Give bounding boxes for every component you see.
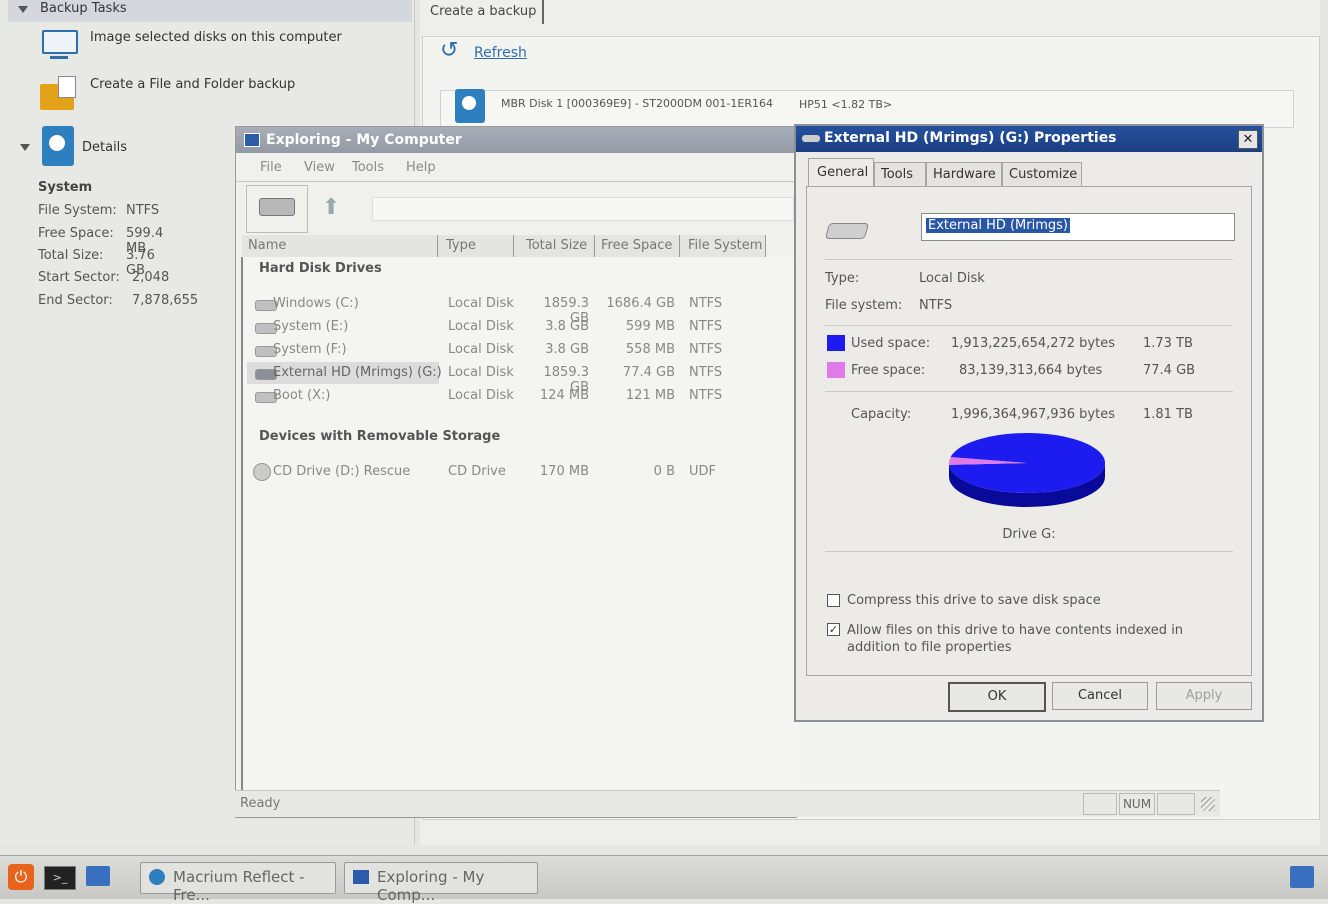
col-file-system[interactable]: File System xyxy=(680,235,766,258)
power-icon[interactable]: ⏻ xyxy=(8,864,34,890)
col-total-size[interactable]: Total Size xyxy=(514,235,595,258)
file-system-label: File system: xyxy=(825,298,903,313)
up-arrow-icon[interactable]: ⬆ xyxy=(322,195,340,220)
drive-list: Hard Disk Drives Windows (C:) Local Disk… xyxy=(241,257,797,792)
col-type[interactable]: Type xyxy=(438,235,514,258)
tab-customize[interactable]: Customize xyxy=(1002,162,1082,187)
used-space-size: 1.73 TB xyxy=(1143,336,1193,351)
free-space-label: Free space: xyxy=(851,363,926,378)
close-icon[interactable]: ✕ xyxy=(1238,130,1258,149)
address-bar[interactable] xyxy=(372,197,794,221)
drive-properties-dialog: External HD (Mrimgs) (G:) Properties ✕ G… xyxy=(794,124,1264,722)
status-bar: Ready NUM xyxy=(235,790,1220,817)
cd-drive-icon xyxy=(253,463,271,481)
drive-small-icon xyxy=(802,135,820,142)
drive-toolbar-button[interactable] xyxy=(246,185,308,233)
task-file-folder-backup[interactable]: Create a File and Folder backup xyxy=(90,77,295,92)
backup-tasks-header[interactable]: Backup Tasks xyxy=(8,0,412,22)
group-hard-disk-drives: Hard Disk Drives xyxy=(259,261,382,276)
menu-view[interactable]: View xyxy=(304,160,335,175)
list-item[interactable]: Boot (X:) Local Disk 124 MB 121 MB NTFS xyxy=(243,385,797,407)
explorer-quicklaunch-icon[interactable] xyxy=(86,866,110,886)
macrium-icon xyxy=(149,869,165,885)
index-checkbox[interactable]: ✓ xyxy=(827,623,840,636)
tab-tools[interactable]: Tools xyxy=(874,162,926,187)
properties-titlebar[interactable]: External HD (Mrimgs) (G:) Properties ✕ xyxy=(796,126,1262,152)
ok-button[interactable]: OK xyxy=(948,682,1046,712)
drive-name-input[interactable]: External HD (Mrimgs) xyxy=(921,213,1235,241)
disk-details-icon xyxy=(42,126,74,166)
network-tray-icon[interactable] xyxy=(1290,866,1314,888)
file-system-value: NTFS xyxy=(919,298,953,313)
detail-end-sector: End Sector: 7,878,655 xyxy=(38,293,199,308)
detail-start-sector: Start Sector: 2,048 xyxy=(38,270,170,285)
list-item-selected[interactable]: External HD (Mrimgs) (G:) Local Disk 185… xyxy=(243,362,797,395)
capacity-bytes: 1,996,364,967,936 bytes xyxy=(951,407,1115,422)
status-text: Ready xyxy=(240,796,281,811)
refresh-icon[interactable]: ↺ xyxy=(440,38,464,63)
detail-total-size: Total Size: 3.76 GB xyxy=(38,248,155,278)
refresh-link[interactable]: Refresh xyxy=(474,45,527,61)
list-item[interactable]: CD Drive (D:) Rescue CD Drive 170 MB 0 B… xyxy=(243,461,797,483)
free-space-bytes: 83,139,313,664 bytes xyxy=(959,363,1103,378)
list-item[interactable]: System (E:) Local Disk 3.8 GB 599 MB NTF… xyxy=(243,316,797,338)
hard-disk-icon xyxy=(455,89,485,123)
explorer-title: Exploring - My Computer xyxy=(266,132,462,148)
details-label: Details xyxy=(82,140,128,155)
used-space-label: Used space: xyxy=(851,336,931,351)
list-item[interactable]: Windows (C:) Local Disk 1859.3 GB 1686.4… xyxy=(243,293,797,326)
col-name[interactable]: Name xyxy=(242,235,438,258)
type-value: Local Disk xyxy=(919,271,985,286)
disk-description: MBR Disk 1 [000369E9] - ST2000DM 001-1ER… xyxy=(501,97,773,110)
taskbar-item-explorer[interactable]: Exploring - My Comp... xyxy=(344,862,538,904)
mbr-disk-row[interactable]: MBR Disk 1 [000369E9] - ST2000DM 001-1ER… xyxy=(440,89,1294,128)
disk-usage-pie xyxy=(949,433,1105,507)
computer-icon xyxy=(353,870,369,884)
resize-grip-icon[interactable] xyxy=(1201,797,1215,811)
tab-hardware[interactable]: Hardware xyxy=(926,162,1002,187)
type-label: Type: xyxy=(825,271,860,286)
free-space-size: 77.4 GB xyxy=(1143,363,1196,378)
collapse-triangle-icon[interactable] xyxy=(18,6,28,13)
explorer-titlebar[interactable]: Exploring - My Computer xyxy=(236,127,796,153)
menu-tools[interactable]: Tools xyxy=(352,160,384,175)
taskbar: ⏻ >_ Macrium Reflect - Fre... Exploring … xyxy=(0,855,1328,904)
disk-size: HP51 <1.82 TB> xyxy=(799,98,893,111)
tab-general[interactable]: General xyxy=(808,158,874,187)
index-label: Allow files on this drive to have conten… xyxy=(847,623,1184,655)
col-free-space[interactable]: Free Space xyxy=(595,235,680,258)
hard-drive-icon xyxy=(259,198,295,216)
hard-drive-icon xyxy=(824,223,870,239)
properties-title: External HD (Mrimgs) (G:) Properties xyxy=(824,130,1117,146)
folder-backup-icon xyxy=(40,76,78,112)
group-removable-storage: Devices with Removable Storage xyxy=(259,429,501,444)
tab-create-backup[interactable]: Create a backup xyxy=(420,0,544,24)
used-space-swatch xyxy=(827,335,845,351)
computer-icon xyxy=(244,133,260,147)
backup-tasks-title: Backup Tasks xyxy=(40,1,127,16)
system-title: System xyxy=(38,180,93,195)
drive-label: Drive G: xyxy=(1002,527,1056,542)
task-image-disks[interactable]: Image selected disks on this computer xyxy=(90,30,342,45)
compress-label: Compress this drive to save disk space xyxy=(847,593,1101,608)
capacity-size: 1.81 TB xyxy=(1143,407,1193,422)
compress-checkbox[interactable] xyxy=(827,594,840,607)
menu-file[interactable]: File xyxy=(260,160,282,175)
apply-button[interactable]: Apply xyxy=(1156,682,1252,710)
explorer-window: Exploring - My Computer File View Tools … xyxy=(235,126,797,818)
capacity-label: Capacity: xyxy=(851,407,912,422)
list-item[interactable]: System (F:) Local Disk 3.8 GB 558 MB NTF… xyxy=(243,339,797,361)
cancel-button[interactable]: Cancel xyxy=(1052,682,1148,710)
general-pane: External HD (Mrimgs) Type: Local Disk Fi… xyxy=(806,186,1252,676)
monitor-icon xyxy=(40,28,78,60)
command-prompt-icon[interactable]: >_ xyxy=(44,866,76,890)
num-lock-indicator: NUM xyxy=(1119,793,1155,815)
used-space-bytes: 1,913,225,654,272 bytes xyxy=(951,336,1115,351)
detail-file-system: File System: NTFS xyxy=(38,203,160,218)
taskbar-item-macrium[interactable]: Macrium Reflect - Fre... xyxy=(140,862,336,904)
details-collapse-icon[interactable] xyxy=(20,144,30,151)
detail-free-space: Free Space: 599.4 MB xyxy=(38,226,164,256)
free-space-swatch xyxy=(827,362,845,378)
menu-help[interactable]: Help xyxy=(406,160,436,175)
